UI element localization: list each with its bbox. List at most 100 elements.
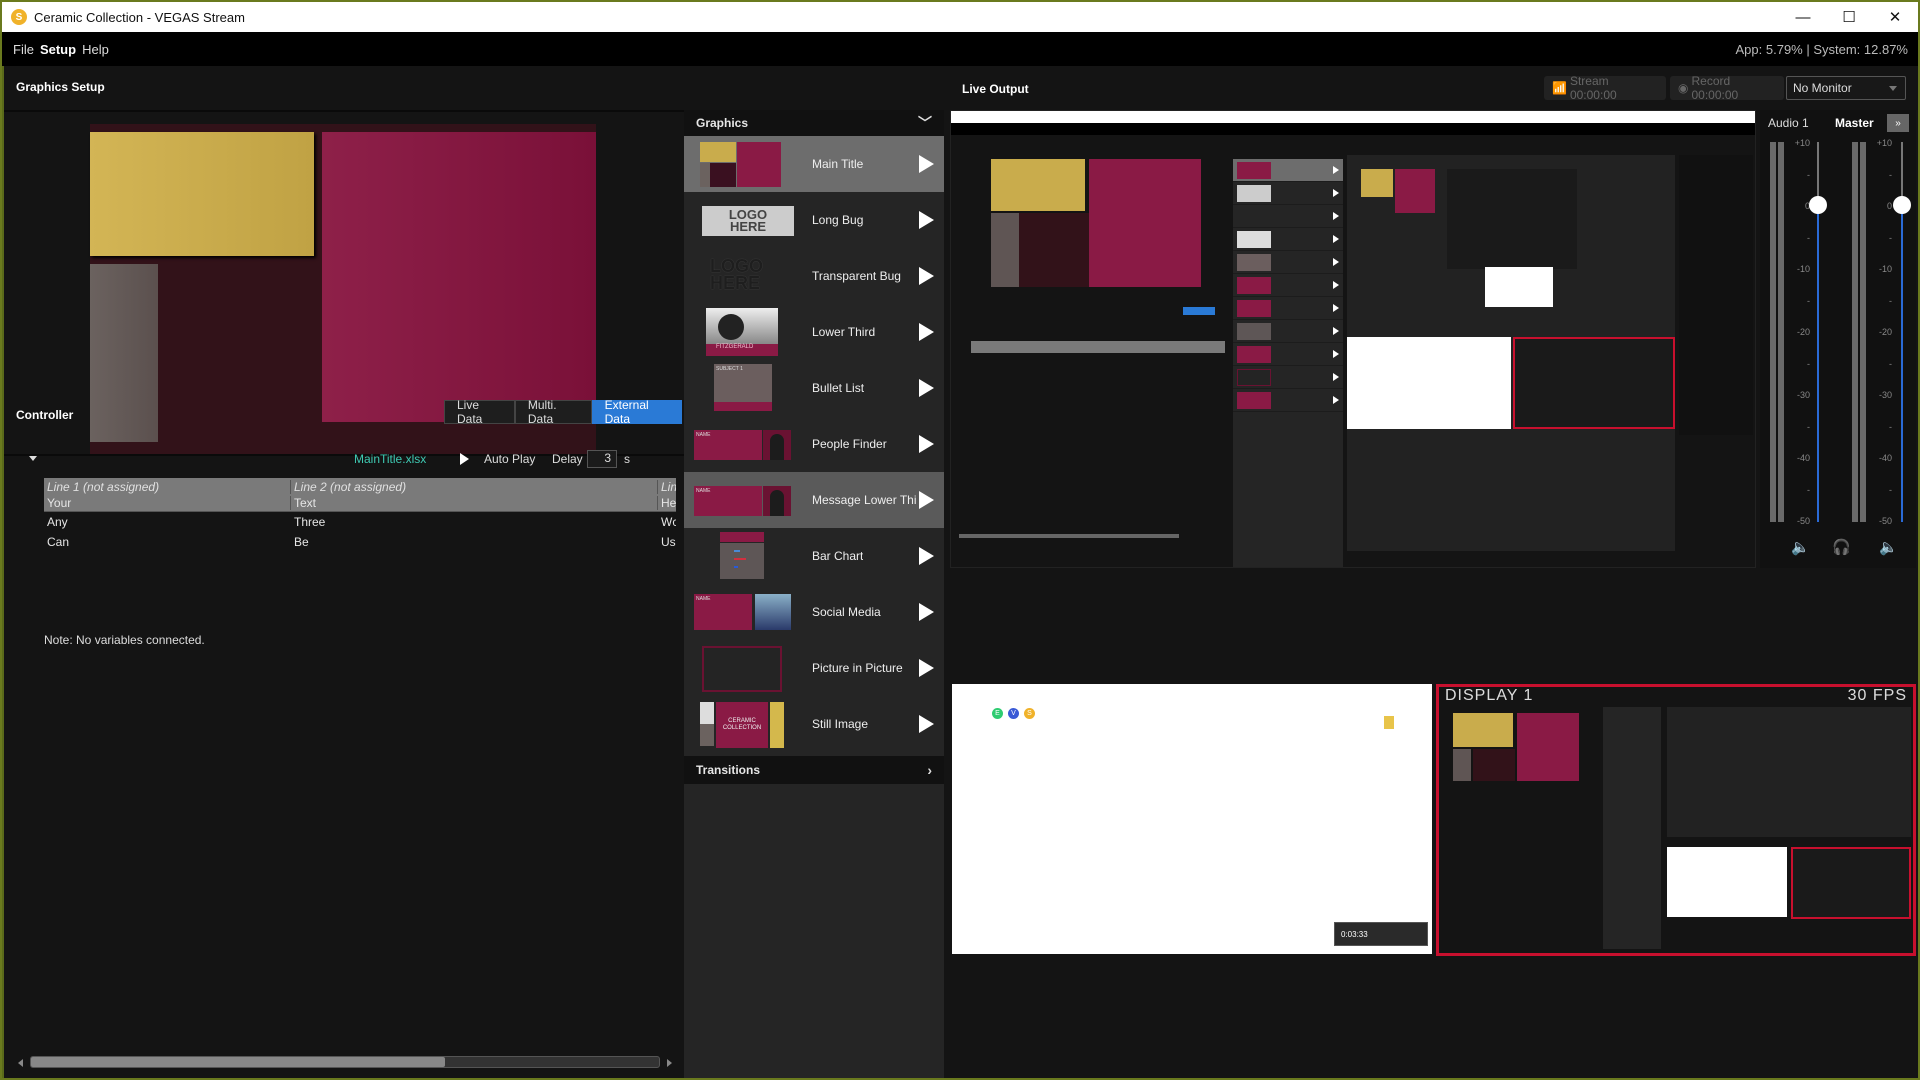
scale-tick: -	[1889, 484, 1892, 495]
scroll-thumb[interactable]	[31, 1057, 446, 1067]
scale-tick: 0	[1886, 201, 1892, 211]
column-header[interactable]: Line 2 (not assigned)	[291, 479, 658, 494]
horizontal-scrollbar[interactable]	[16, 1056, 676, 1070]
column-header[interactable]: Line 1 (not assigned)	[44, 479, 291, 494]
graphic-item-main-title[interactable]: Main Title	[684, 136, 944, 192]
transitions-header[interactable]: Transitions ›	[684, 756, 944, 784]
ceramic-text: CERAMIC	[728, 718, 756, 724]
play-icon[interactable]	[919, 267, 934, 285]
play-icon[interactable]	[919, 379, 934, 397]
menu-help[interactable]: Help	[79, 42, 112, 57]
graphics-title: Graphics	[696, 116, 749, 130]
dropdown-arrow-icon	[1889, 86, 1897, 91]
live-output-panel: Live Output 📶 Stream 00:00:00 ◉ Record 0…	[948, 66, 1918, 1078]
menu-setup[interactable]: Setup	[37, 42, 79, 57]
auto-play-button-icon[interactable]	[460, 453, 469, 465]
close-button[interactable]: ✕	[1872, 2, 1918, 32]
play-icon[interactable]	[919, 547, 934, 565]
graphic-item-people-finder[interactable]: NAME People Finder	[684, 416, 944, 472]
scale-tick: -10	[1878, 264, 1892, 274]
scroll-right-arrow-icon[interactable]	[667, 1059, 672, 1067]
play-icon[interactable]	[919, 715, 934, 733]
play-icon[interactable]	[919, 491, 934, 509]
delay-label: Delay	[552, 452, 583, 466]
auto-play-label: Auto Play	[484, 452, 536, 466]
chevron-down-icon[interactable]: ﹀	[918, 113, 932, 133]
scale-tick: 0	[1804, 201, 1810, 211]
transitions-title: Transitions	[696, 763, 761, 777]
graphic-label: Bar Chart	[812, 549, 864, 563]
table-cell: Wc	[661, 515, 676, 529]
table-row-selected[interactable]: Your Text He	[44, 495, 676, 512]
table-cell: Can	[47, 535, 70, 549]
graphics-header[interactable]: Graphics ﹀	[684, 110, 944, 136]
scroll-track[interactable]	[30, 1056, 660, 1068]
graphics-list-panel: Graphics ﹀ Main Title LOGO HERE Long Bug	[684, 110, 944, 1078]
audio1-fader-knob[interactable]	[1809, 196, 1827, 215]
master-meter-left	[1852, 142, 1858, 522]
data-file-link[interactable]: MainTitle.xlsx	[354, 452, 426, 466]
tab-multi-data[interactable]: Multi. Data	[514, 398, 592, 426]
column-header[interactable]: Lin	[658, 480, 676, 494]
table-row[interactable]: Can Be Use	[44, 532, 676, 552]
record-icon: ◉	[1678, 81, 1689, 95]
scale-tick: -	[1807, 421, 1810, 432]
graphic-item-social-media[interactable]: NAME Social Media	[684, 584, 944, 640]
table-cell: He	[661, 496, 676, 510]
play-icon[interactable]	[919, 155, 934, 173]
desktop-app-icon: S	[1024, 708, 1035, 719]
master-fader-knob[interactable]	[1893, 196, 1911, 215]
nested-titlebar	[951, 111, 1755, 123]
graphic-item-bar-chart[interactable]: Bar Chart	[684, 528, 944, 584]
graphic-item-bullet-list[interactable]: SUBJECT 1 Bullet List	[684, 360, 944, 416]
play-icon[interactable]	[919, 659, 934, 677]
tab-live-data[interactable]: Live Data	[444, 398, 515, 426]
graphic-item-still-image[interactable]: CERAMIC COLLECTION Still Image	[684, 696, 944, 752]
speaker-icon[interactable]: 🔈	[1879, 538, 1898, 556]
table-cell: Three	[294, 515, 326, 529]
graphic-item-lower-third[interactable]: FITZGERALD Lower Third	[684, 304, 944, 360]
graphic-item-transparent-bug[interactable]: LOGO HERE Transparent Bug	[684, 248, 944, 304]
monitor-select[interactable]: No Monitor	[1786, 76, 1906, 100]
collapse-triangle-icon[interactable]	[29, 456, 37, 461]
monitor-value: No Monitor	[1793, 81, 1852, 95]
scroll-left-arrow-icon[interactable]	[18, 1059, 23, 1067]
display-1-preview[interactable]: DISPLAY 1 30 FPS	[1436, 684, 1916, 956]
minimize-button[interactable]: —	[1780, 2, 1826, 32]
table-cell: Your	[44, 496, 291, 510]
record-label: Record 00:00:00	[1691, 74, 1739, 102]
tab-external-data[interactable]: External Data	[591, 398, 682, 426]
display-preview-desktop[interactable]: E V S 0:03:33	[952, 684, 1432, 954]
bullet-list-thumbnail: SUBJECT 1	[696, 364, 788, 412]
expand-mixer-button[interactable]: »	[1887, 114, 1909, 132]
table-row[interactable]: Any Three Wc	[44, 512, 676, 532]
delay-input[interactable]: 3	[587, 450, 617, 468]
graphic-item-picture-in-picture[interactable]: Picture in Picture	[684, 640, 944, 696]
collection-text: COLLECTION	[722, 725, 762, 731]
app-logo-icon: S	[11, 9, 27, 25]
graphic-label: Transparent Bug	[812, 269, 901, 283]
nested-setup-panel	[953, 139, 1233, 567]
scale-tick: +10	[1794, 138, 1810, 148]
graphic-label: Still Image	[812, 717, 869, 731]
headphones-icon[interactable]: 🎧	[1832, 538, 1851, 556]
preview-yellow-block	[90, 132, 314, 256]
graphic-label: Lower Third	[812, 325, 876, 339]
fps-label: 30 FPS	[1847, 687, 1907, 704]
stream-button[interactable]: 📶 Stream 00:00:00	[1544, 74, 1666, 102]
graphic-item-long-bug[interactable]: LOGO HERE Long Bug	[684, 192, 944, 248]
stream-icon: 📶	[1552, 81, 1567, 95]
play-icon[interactable]	[919, 323, 934, 341]
play-icon[interactable]	[919, 603, 934, 621]
graphic-item-message-lower-third[interactable]: NAME Message Lower Third	[684, 472, 944, 528]
graphic-label: Long Bug	[812, 213, 864, 227]
graphic-label: Picture in Picture	[812, 661, 903, 675]
scale-tick: -40	[1878, 453, 1892, 463]
chevron-right-icon[interactable]: ›	[927, 762, 932, 778]
menu-file[interactable]: File	[10, 42, 37, 57]
record-button[interactable]: ◉ Record 00:00:00	[1670, 74, 1784, 102]
maximize-button[interactable]: ☐	[1826, 2, 1872, 32]
speaker-icon[interactable]: 🔈	[1791, 538, 1810, 556]
play-icon[interactable]	[919, 435, 934, 453]
play-icon[interactable]	[919, 211, 934, 229]
